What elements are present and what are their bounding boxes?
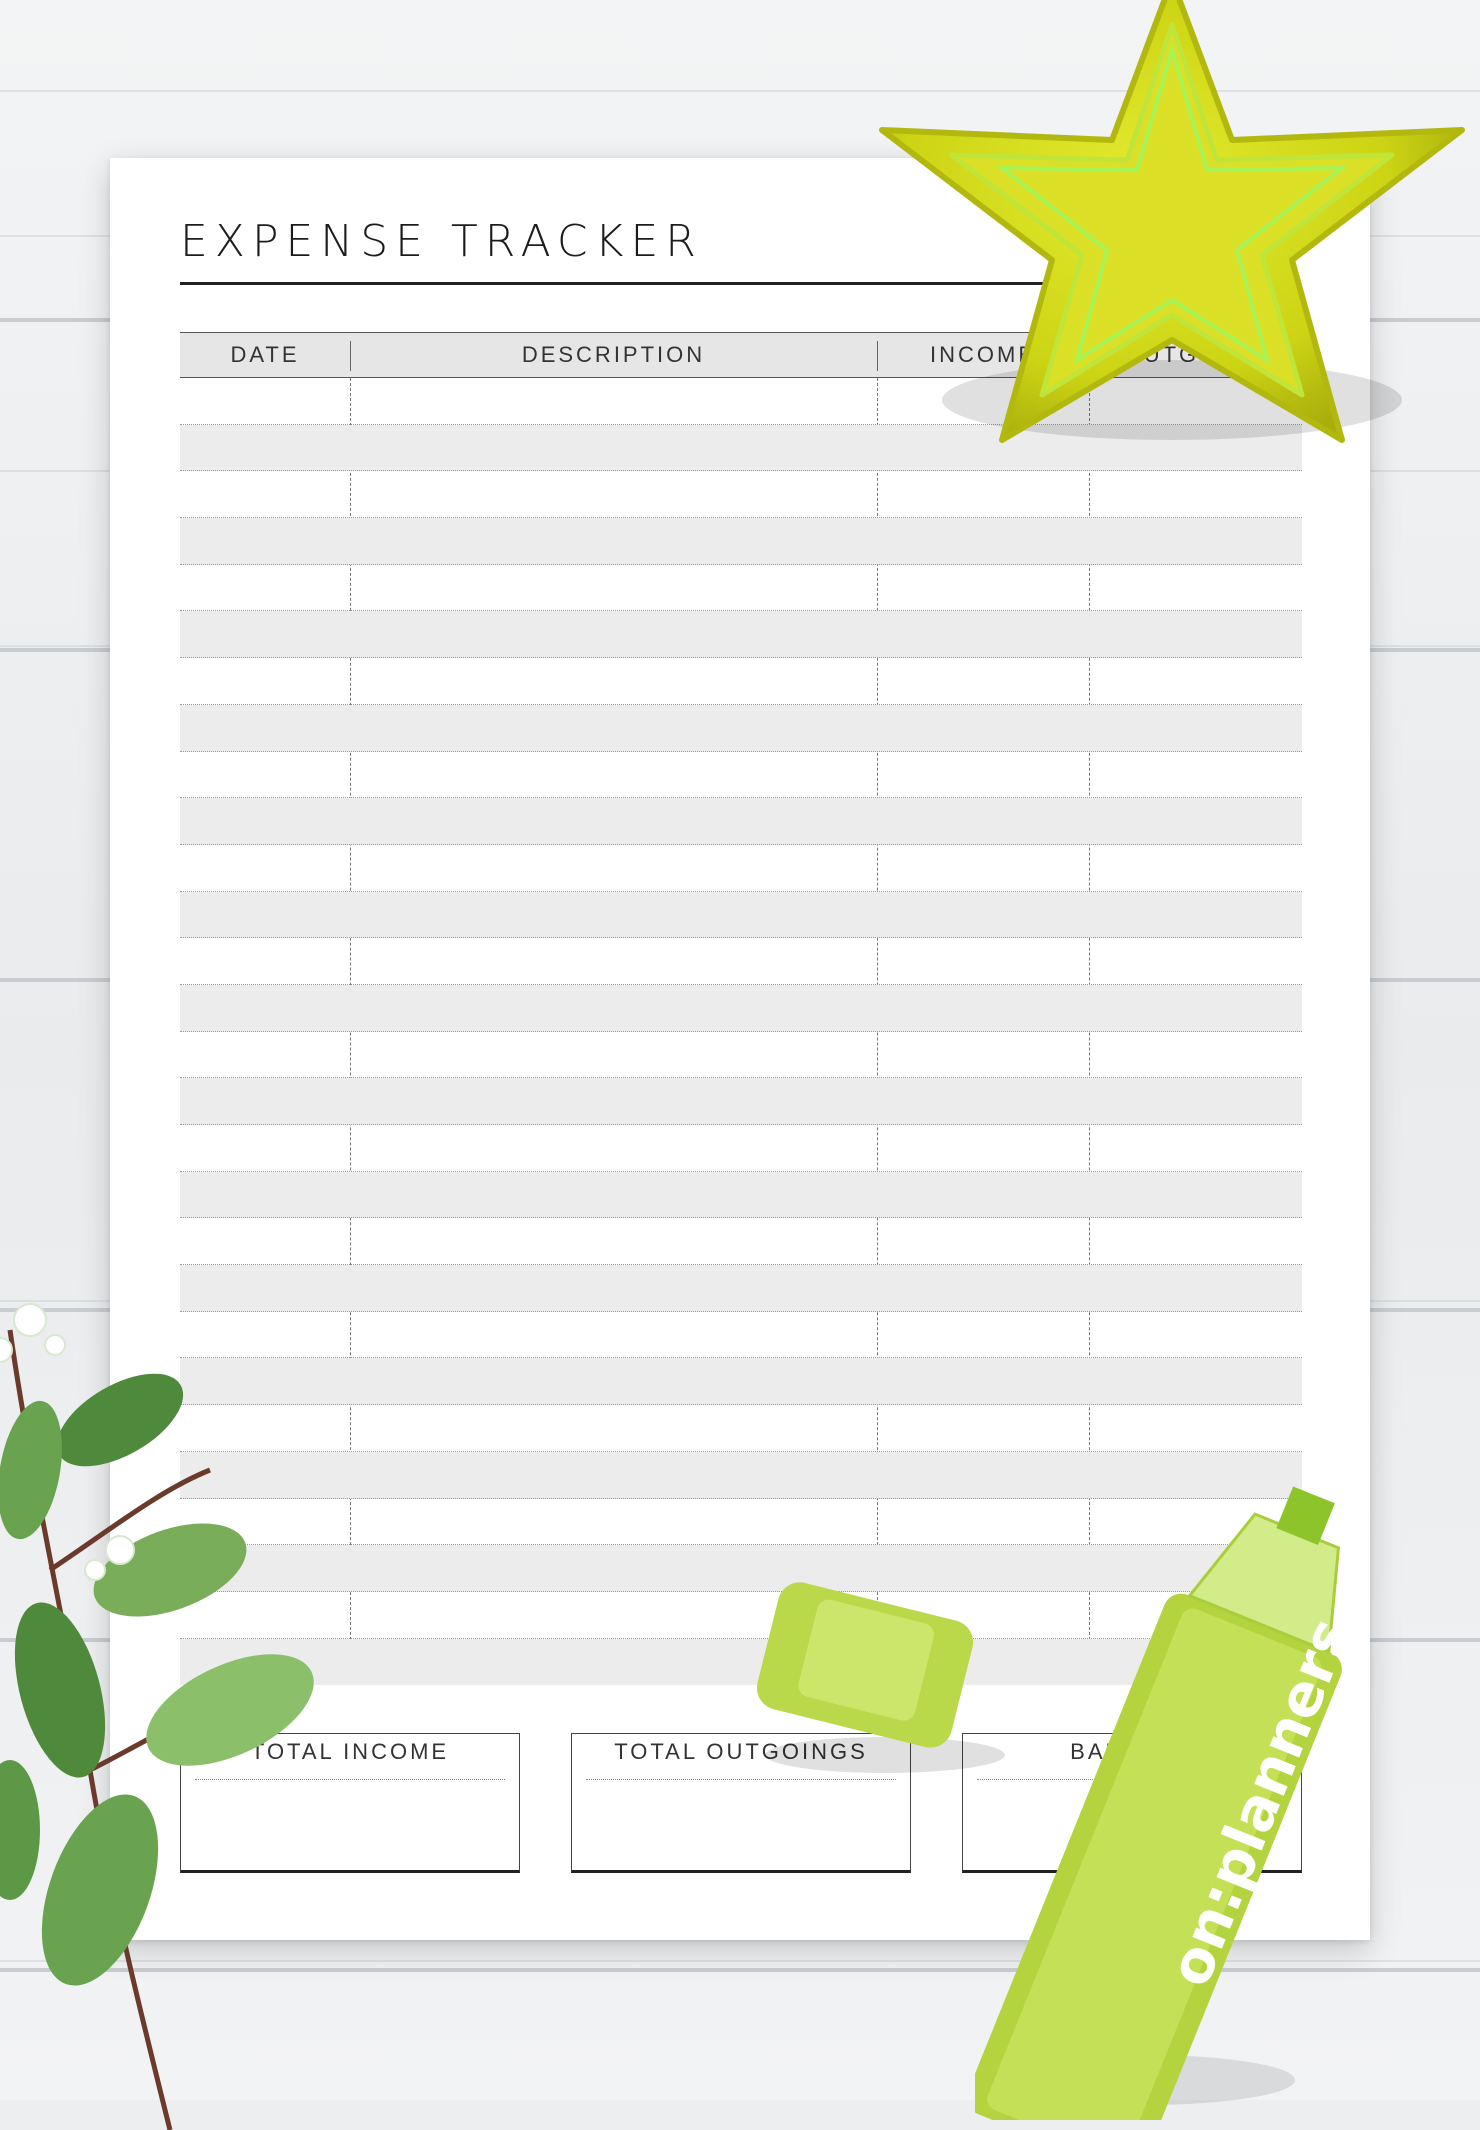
table-row[interactable] [180, 1032, 1302, 1079]
table-row[interactable] [180, 658, 1302, 705]
star-dish-decoration [879, 0, 1465, 443]
table-row[interactable] [180, 518, 1302, 565]
marker-cap-decoration [756, 1582, 1005, 1773]
table-row[interactable] [180, 704, 1302, 752]
plant-decoration [0, 1303, 314, 2130]
table-row[interactable] [180, 565, 1302, 612]
page-title: EXPENSE TRACKER [180, 216, 703, 267]
table-row[interactable] [180, 752, 1302, 799]
table-row[interactable] [180, 891, 1302, 939]
table-row[interactable] [180, 845, 1302, 892]
table-row[interactable] [180, 1218, 1302, 1266]
highlighter-marker-decoration [975, 1486, 1342, 2120]
table-row[interactable] [180, 984, 1302, 1032]
table-row[interactable] [180, 1125, 1302, 1172]
column-header-description: DESCRIPTION [521, 342, 706, 367]
column-header-date: DATE [230, 342, 300, 367]
table-row[interactable] [180, 798, 1302, 845]
table-row[interactable] [180, 611, 1302, 659]
table-row[interactable] [180, 938, 1302, 985]
table-row[interactable] [180, 1078, 1302, 1125]
table-row[interactable] [180, 1171, 1302, 1219]
